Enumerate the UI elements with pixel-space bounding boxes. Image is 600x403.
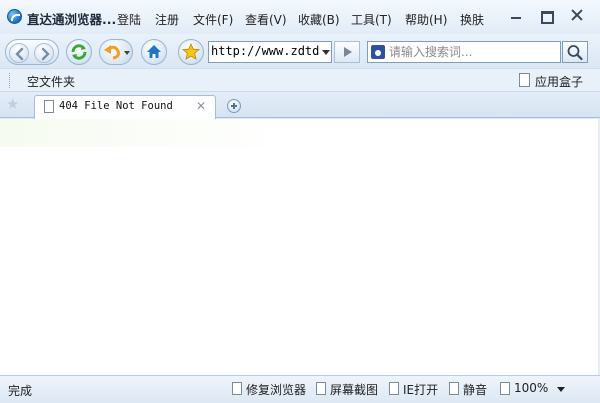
address-dropdown-icon[interactable]	[322, 50, 330, 55]
content-banner	[0, 119, 296, 147]
refresh-icon	[71, 44, 87, 60]
title-bar: 直达通浏览器... 登陆 注册 文件(F) 查看(V) 收藏(B) 工具(T) …	[0, 0, 600, 34]
baidu-paw-icon	[371, 45, 385, 59]
tab-bar: ★ 404 File Not Found ✕	[0, 92, 600, 119]
menu-favorites[interactable]: 收藏(B)	[298, 11, 340, 28]
new-tab-button[interactable]	[227, 99, 241, 113]
forward-button[interactable]	[34, 43, 54, 63]
navigation-toolbar: http://www.zdtd	[0, 34, 600, 68]
status-bar: 完成 修复浏览器 屏幕截图 IE打开 静音 100%	[0, 375, 600, 403]
menu-login[interactable]: 登陆	[117, 11, 141, 28]
undo-icon	[104, 45, 130, 60]
favorites-empty-folder[interactable]: 空文件夹	[27, 73, 75, 90]
window-title: 直达通浏览器...	[27, 12, 117, 27]
search-button[interactable]	[562, 41, 588, 63]
minimize-button[interactable]	[505, 5, 527, 25]
back-button[interactable]	[9, 43, 29, 63]
home-icon	[147, 45, 161, 58]
zoom-dropdown-icon[interactable]	[557, 387, 565, 392]
page-icon	[44, 100, 54, 113]
favorites-bar-grip[interactable]	[9, 73, 11, 88]
page-icon	[519, 73, 530, 87]
page-icon	[500, 382, 510, 395]
undo-button[interactable]	[99, 39, 133, 65]
status-text: 完成	[8, 384, 33, 398]
back-icon	[15, 47, 24, 61]
go-button[interactable]	[334, 41, 360, 63]
page-icon	[232, 382, 242, 395]
close-button[interactable]	[566, 5, 588, 25]
page-content[interactable]	[0, 119, 600, 375]
tab-title: 404 File Not Found	[59, 100, 173, 112]
menu-skin[interactable]: 换肤	[460, 11, 484, 28]
favorites-button[interactable]	[178, 39, 204, 65]
home-button[interactable]	[141, 39, 167, 65]
back-forward-group	[5, 39, 59, 65]
favorites-star-icon	[181, 43, 201, 60]
menu-tools[interactable]: 工具(T)	[351, 11, 392, 28]
page-icon	[389, 382, 399, 395]
menu-view[interactable]: 查看(V)	[245, 11, 287, 28]
menu-register[interactable]: 注册	[155, 11, 179, 28]
search-engine-selector[interactable]	[367, 41, 389, 63]
menu-file[interactable]: 文件(F)	[193, 11, 233, 28]
browser-logo-icon	[7, 9, 22, 24]
maximize-button[interactable]	[535, 5, 557, 25]
search-input[interactable]	[388, 41, 561, 63]
page-icon	[449, 382, 459, 395]
tab-favorite-star-icon[interactable]: ★	[6, 97, 19, 112]
address-bar[interactable]: http://www.zdtd	[208, 41, 332, 63]
refresh-button[interactable]	[66, 39, 92, 65]
tab-close-icon[interactable]: ✕	[196, 99, 206, 113]
tab-active[interactable]: 404 File Not Found ✕	[34, 95, 216, 119]
address-input[interactable]: http://www.zdtd	[211, 44, 323, 58]
menu-help[interactable]: 帮助(H)	[405, 11, 447, 28]
app-box-button[interactable]: 应用盒子	[535, 73, 583, 90]
search-icon	[567, 45, 583, 61]
page-icon	[316, 382, 326, 395]
favorites-bar: 空文件夹 应用盒子	[0, 68, 600, 92]
forward-icon	[41, 47, 50, 61]
